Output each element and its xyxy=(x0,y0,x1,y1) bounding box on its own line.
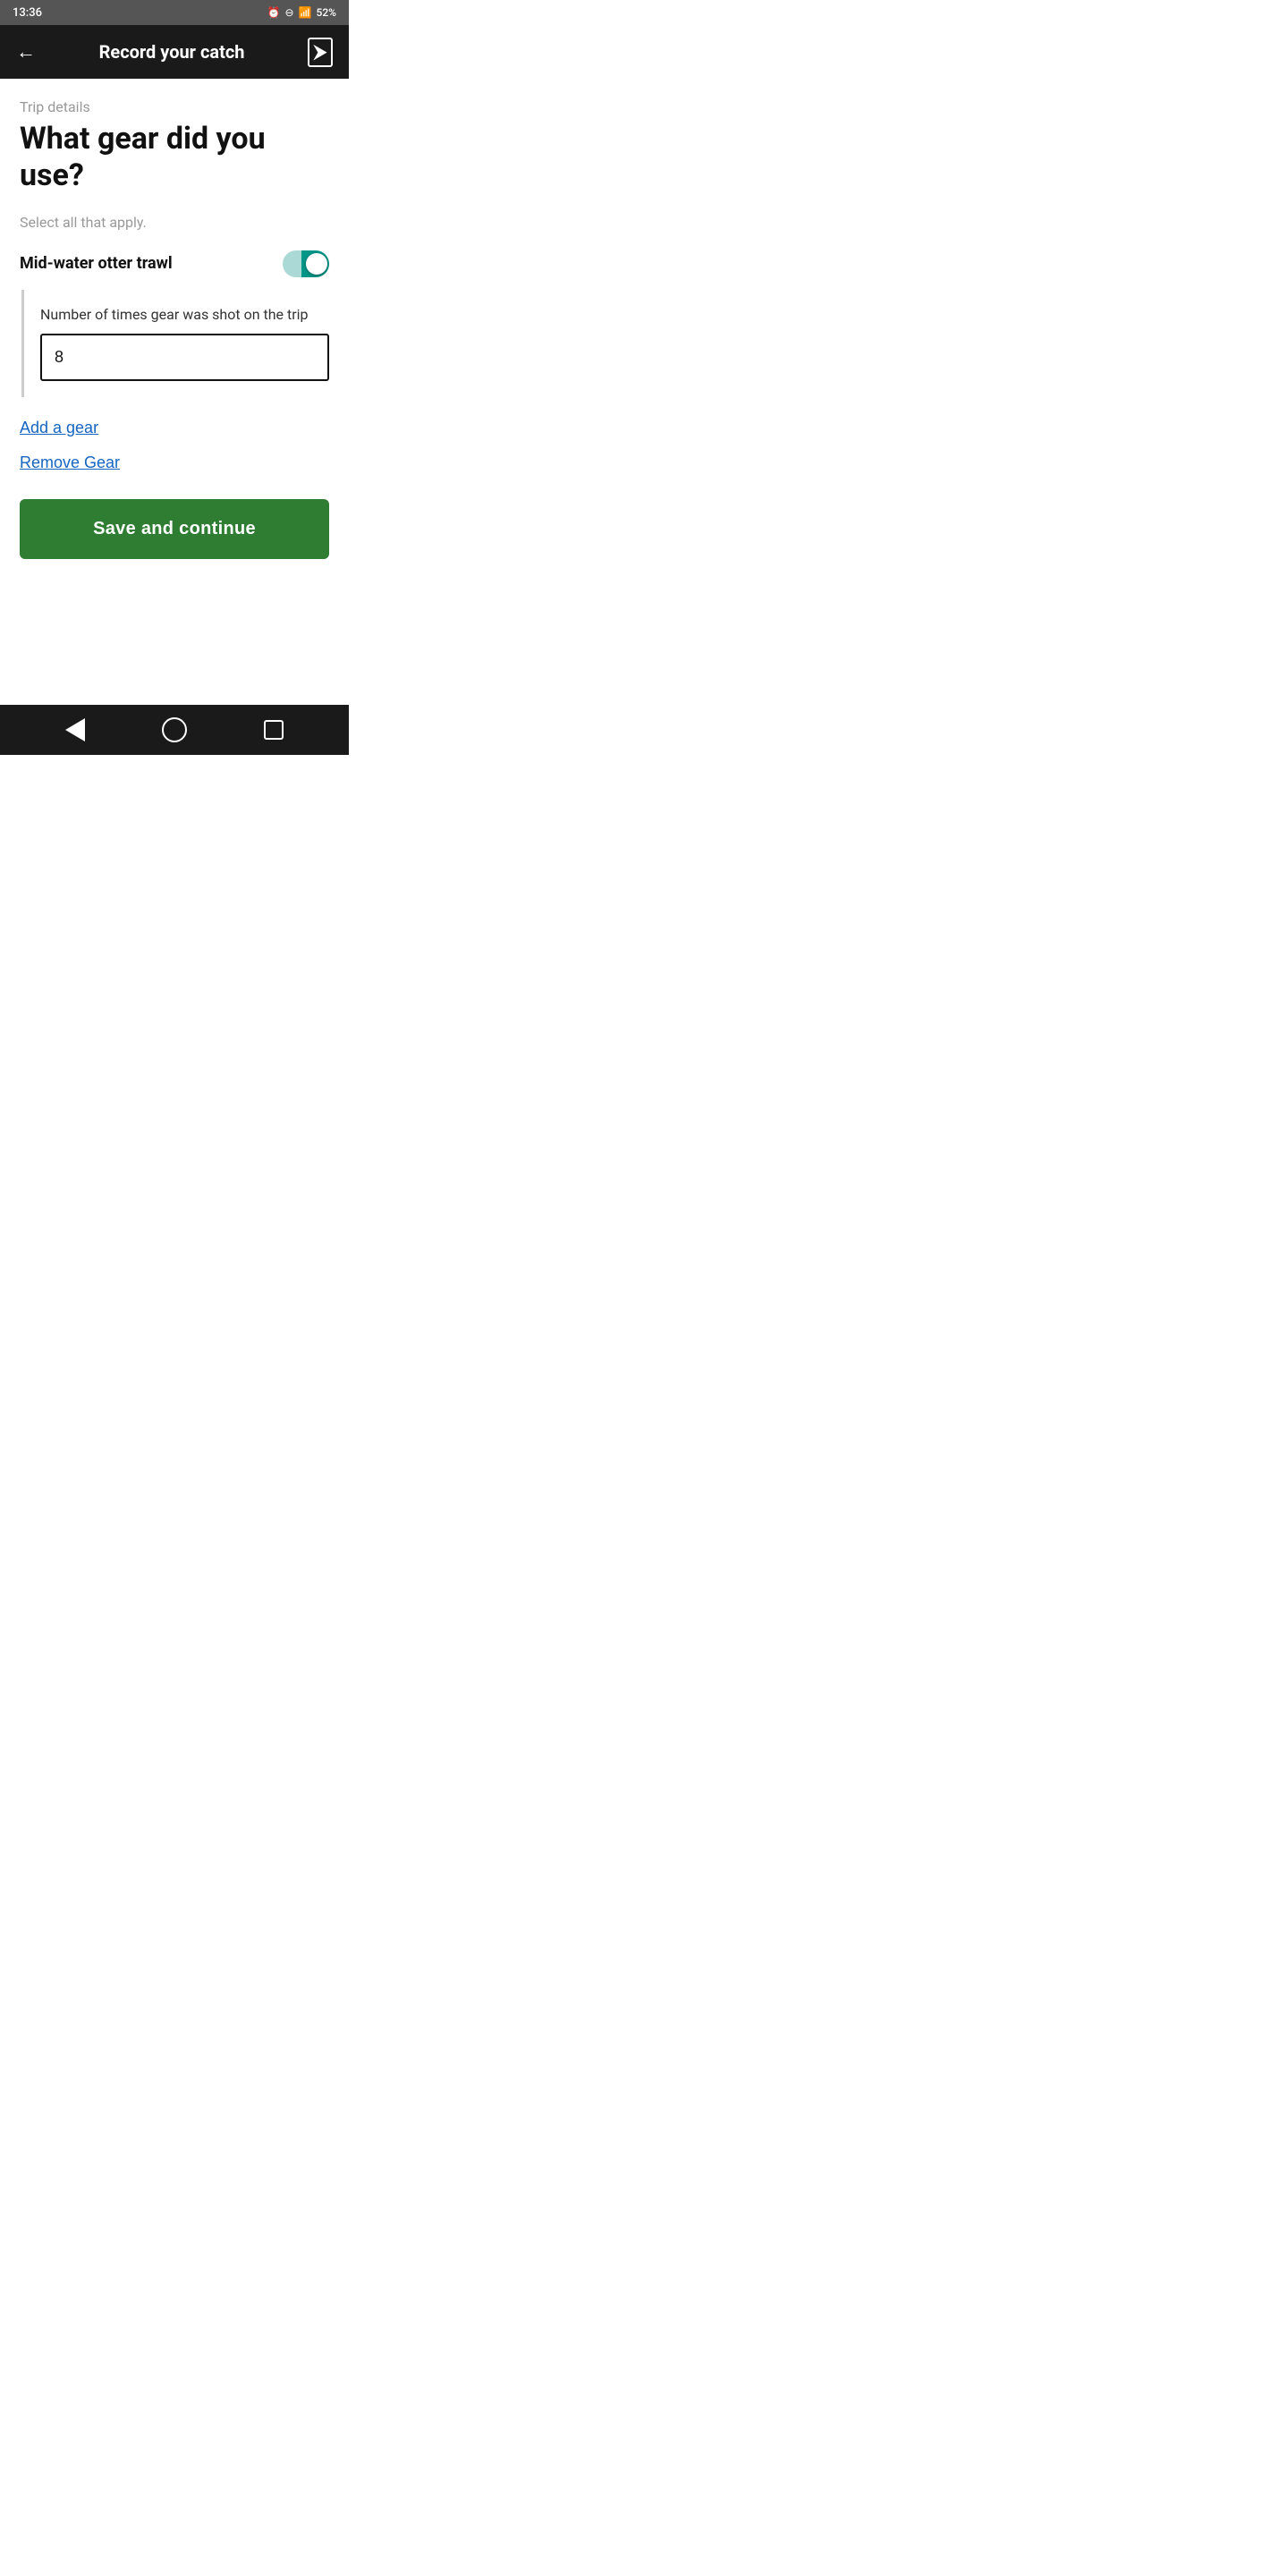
recents-nav-icon[interactable] xyxy=(264,720,284,740)
page-title: What gear did you use? xyxy=(20,121,329,194)
gear-toggle-row: Mid-water otter trawl xyxy=(20,250,329,277)
signal-icon: 📶 xyxy=(299,6,312,19)
nav-title: Record your catch xyxy=(99,41,245,63)
gear-sub-form: Number of times gear was shot on the tri… xyxy=(21,290,329,397)
home-nav-icon[interactable] xyxy=(162,717,187,742)
toggle-thumb xyxy=(306,253,327,275)
battery-icon: 52% xyxy=(317,6,336,19)
nav-bar: ← Record your catch ⮞ xyxy=(0,25,349,79)
logout-button[interactable]: ⮞ xyxy=(308,38,333,67)
toggle-track xyxy=(283,250,329,277)
shot-times-input[interactable] xyxy=(40,334,329,381)
add-gear-link[interactable]: Add a gear xyxy=(20,419,329,437)
back-button[interactable]: ← xyxy=(16,40,36,64)
gear-toggle[interactable] xyxy=(283,250,329,277)
bottom-nav xyxy=(0,705,349,755)
shot-times-label: Number of times gear was shot on the tri… xyxy=(40,306,329,323)
select-hint: Select all that apply. xyxy=(20,214,329,231)
action-links: Add a gear Remove Gear xyxy=(20,419,329,472)
trip-details-label: Trip details xyxy=(20,98,329,115)
remove-gear-link[interactable]: Remove Gear xyxy=(20,453,329,472)
alarm-icon: ⏰ xyxy=(267,6,281,19)
status-icons: ⏰ ⊖ 📶 52% xyxy=(267,6,336,19)
status-bar: 13:36 ⏰ ⊖ 📶 52% xyxy=(0,0,349,25)
back-nav-icon[interactable] xyxy=(65,718,85,741)
gear-name: Mid-water otter trawl xyxy=(20,254,173,273)
main-content: Trip details What gear did you use? Sele… xyxy=(0,79,349,705)
do-not-disturb-icon: ⊖ xyxy=(285,6,294,19)
save-continue-button[interactable]: Save and continue xyxy=(20,499,329,559)
status-time: 13:36 xyxy=(13,6,42,20)
